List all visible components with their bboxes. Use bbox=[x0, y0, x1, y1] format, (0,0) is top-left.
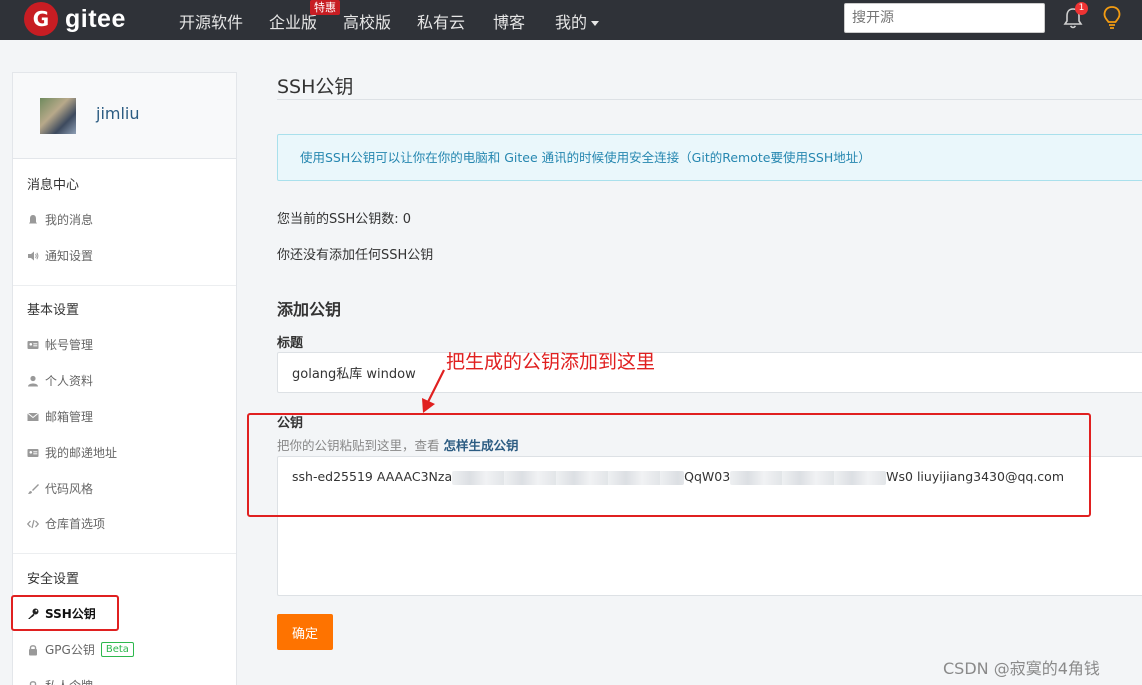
sidebar-item-label: 通知设置 bbox=[45, 249, 94, 263]
sidebar-item-notification-settings[interactable]: 通知设置 bbox=[27, 247, 93, 264]
sidebar-item-label: 私人令牌 bbox=[45, 677, 93, 685]
sidebar-item-label: 我的邮递地址 bbox=[45, 446, 118, 460]
main-content: SSH公钥 使用SSH公钥可以让你在你的电脑和 Gitee 通讯的时候使用安全连… bbox=[277, 72, 1142, 685]
divider bbox=[13, 553, 236, 554]
sidebar-item-my-messages[interactable]: 我的消息 bbox=[27, 211, 93, 228]
section-title-messages: 消息中心 bbox=[27, 178, 80, 193]
avatar[interactable] bbox=[40, 98, 76, 134]
bell-icon bbox=[29, 214, 37, 224]
nav-mine-dropdown[interactable]: 我的 bbox=[555, 9, 600, 33]
sidebar-item-gpg-keys[interactable]: GPG公钥 Beta bbox=[27, 641, 134, 658]
title-label: 标题 bbox=[277, 336, 304, 351]
sidebar-item-label: 仓库首选项 bbox=[45, 517, 106, 531]
sidebar-item-label: 邮箱管理 bbox=[45, 410, 94, 424]
lightbulb-icon[interactable] bbox=[1101, 5, 1123, 31]
sidebar-item-code-style[interactable]: 代码风格 bbox=[27, 480, 93, 497]
lock-icon bbox=[29, 644, 37, 655]
nav-private-cloud[interactable]: 私有云 bbox=[417, 9, 465, 33]
sidebar-item-label: 帐号管理 bbox=[45, 338, 94, 352]
key-title-input[interactable] bbox=[277, 352, 1142, 393]
paint-brush-icon bbox=[28, 483, 39, 494]
gitee-logo[interactable]: G gitee bbox=[24, 2, 126, 36]
id-card-icon bbox=[27, 340, 39, 349]
section-title-security: 安全设置 bbox=[27, 572, 80, 587]
ssh-key-count: 您当前的SSH公钥数: 0 bbox=[277, 212, 412, 227]
divider bbox=[13, 285, 236, 286]
highlight-box-ssh-keys bbox=[11, 595, 119, 631]
watermark: CSDN @寂寞的4角钱 bbox=[943, 659, 1100, 678]
sidebar-item-label: GPG公钥 bbox=[45, 643, 95, 657]
user-icon bbox=[28, 375, 38, 386]
highlight-box-public-key bbox=[247, 413, 1091, 517]
divider bbox=[277, 99, 1142, 100]
nav-mine-label: 我的 bbox=[555, 13, 588, 32]
sidebar-item-label: 代码风格 bbox=[45, 482, 94, 496]
user-profile-card: jimliu bbox=[13, 73, 236, 159]
beta-badge: Beta bbox=[100, 642, 134, 657]
sidebar-item-label: 我的消息 bbox=[45, 213, 94, 227]
annotation-arrow-icon bbox=[422, 369, 445, 413]
id-card-icon bbox=[27, 448, 39, 457]
nav-education[interactable]: 高校版 bbox=[343, 9, 391, 33]
confirm-button[interactable]: 确定 bbox=[277, 614, 333, 650]
username[interactable]: jimliu bbox=[96, 104, 140, 123]
nav-blog[interactable]: 博客 bbox=[493, 9, 525, 33]
envelope-icon bbox=[27, 412, 39, 421]
gitee-logo-text: gitee bbox=[65, 4, 126, 33]
sidebar-item-label: 个人资料 bbox=[45, 374, 94, 388]
speaker-icon bbox=[28, 251, 39, 260]
sidebar-item-account[interactable]: 帐号管理 bbox=[27, 336, 93, 353]
no-keys-message: 你还没有添加任何SSH公钥 bbox=[277, 248, 434, 263]
nav-open-source[interactable]: 开源软件 bbox=[179, 9, 243, 33]
add-key-heading: 添加公钥 bbox=[277, 300, 342, 319]
page-title: SSH公钥 bbox=[277, 76, 354, 98]
sidebar-item-profile[interactable]: 个人资料 bbox=[27, 372, 93, 389]
promo-badge: 特惠 bbox=[310, 0, 340, 15]
annotation-text: 把生成的公钥添加到这里 bbox=[446, 351, 656, 373]
lock-icon bbox=[29, 680, 37, 685]
gitee-logo-mark: G bbox=[24, 2, 58, 36]
notification-count-badge: 1 bbox=[1075, 2, 1088, 15]
sidebar-item-private-tokens[interactable]: 私人令牌 bbox=[27, 677, 93, 685]
chevron-down-icon bbox=[591, 21, 600, 26]
top-navbar: G gitee 开源软件 企业版 特惠 高校版 私有云 博客 我的 1 bbox=[0, 0, 1142, 40]
info-alert: 使用SSH公钥可以让你在你的电脑和 Gitee 通讯的时候使用安全连接（Git的… bbox=[277, 134, 1142, 181]
sidebar-item-email[interactable]: 邮箱管理 bbox=[27, 408, 93, 425]
settings-sidebar: jimliu 消息中心 我的消息 通知设置 基本设置 帐号管理 个人资料 邮箱管… bbox=[12, 72, 237, 685]
section-title-basic-settings: 基本设置 bbox=[27, 303, 80, 318]
code-icon bbox=[27, 519, 39, 528]
search-input[interactable] bbox=[844, 3, 1045, 33]
sidebar-item-postal-address[interactable]: 我的邮递地址 bbox=[27, 444, 117, 461]
sidebar-item-repo-preferences[interactable]: 仓库首选项 bbox=[27, 515, 105, 532]
